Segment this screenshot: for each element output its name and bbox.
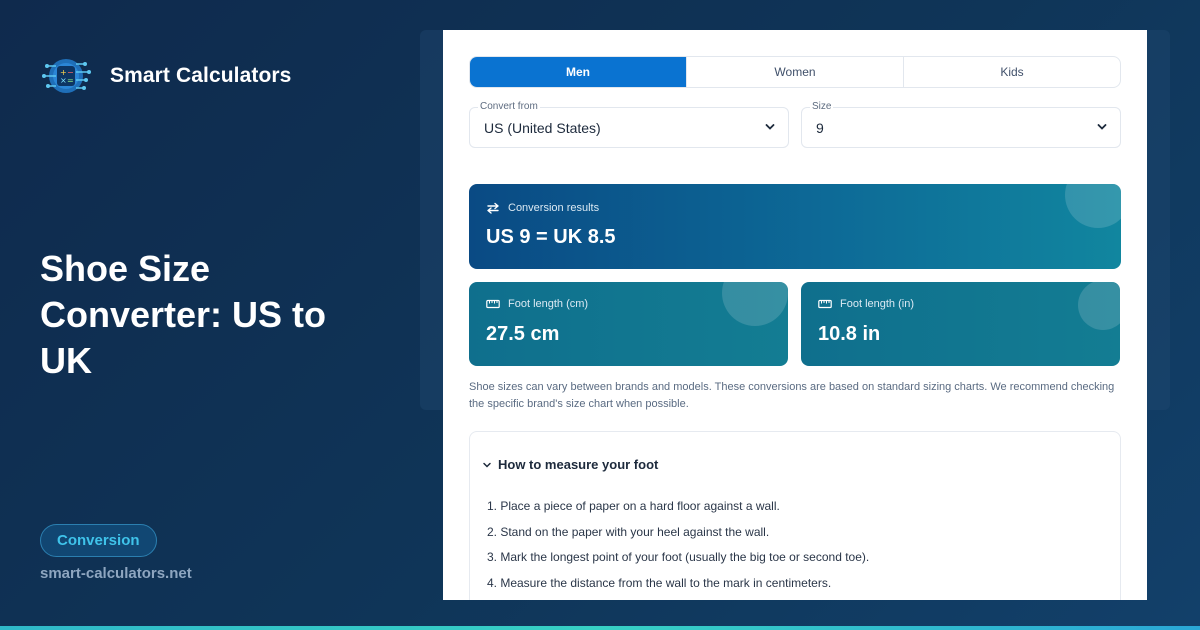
convert-from-label: Convert from	[478, 101, 540, 112]
foot-length-cm-card: Foot length (cm) 27.5 cm	[469, 282, 788, 366]
size-select[interactable]: Size 9	[801, 101, 1121, 148]
svg-text:×: ×	[60, 76, 67, 85]
foot-cm-label: Foot length (cm)	[508, 298, 589, 310]
decor-circle	[1065, 184, 1121, 228]
convert-from-select[interactable]: Convert from US (United States)	[469, 101, 789, 148]
chevron-down-icon	[483, 462, 491, 468]
foot-cm-value: 27.5 cm	[486, 323, 560, 345]
accordion-title: How to measure your foot	[498, 457, 659, 472]
measure-accordion: How to measure your foot 1. Place a piec…	[469, 431, 1121, 600]
gender-tabs: Men Women Kids	[469, 56, 1121, 88]
list-item: 1. Place a piece of paper on a hard floo…	[487, 499, 780, 513]
svg-text:=: =	[67, 76, 74, 85]
chevron-down-icon	[765, 124, 775, 130]
swap-arrows-icon	[487, 202, 499, 214]
list-item: 3. Mark the longest point of your foot (…	[487, 550, 870, 564]
chevron-down-icon	[1097, 124, 1107, 130]
tab-kids[interactable]: Kids	[903, 57, 1120, 87]
calculator-circuit-logo: + − × =	[42, 59, 91, 93]
accordion-header[interactable]: How to measure your foot	[482, 457, 658, 472]
size-label: Size	[810, 101, 834, 112]
conversion-result-card: Conversion results US 9 = UK 8.5	[469, 184, 1121, 269]
ruler-icon	[486, 299, 500, 309]
foot-in-label: Foot length (in)	[840, 298, 914, 310]
foot-in-value: 10.8 in	[818, 323, 881, 345]
brand-name: Smart Calculators	[110, 64, 292, 87]
bottom-accent-bar	[0, 626, 1200, 630]
disclaimer-text: Shoe sizes can vary between brands and m…	[469, 381, 1115, 410]
list-item: 2. Stand on the paper with your heel aga…	[487, 524, 770, 539]
tab-women[interactable]: Women	[686, 57, 903, 87]
brand: + − × = Smart Calculators	[40, 52, 291, 100]
converter-card: Men Women Kids Convert from US (United S…	[443, 30, 1147, 600]
decor-circle	[722, 282, 788, 326]
result-value: US 9 = UK 8.5	[486, 226, 616, 248]
category-tag[interactable]: Conversion	[40, 524, 157, 557]
site-url: smart-calculators.net	[40, 565, 192, 582]
list-item: 4. Measure the distance from the wall to…	[487, 575, 832, 590]
page-title: Shoe Size Converter: US to UK	[40, 248, 327, 381]
decor-circle	[1078, 282, 1120, 330]
tab-men[interactable]: Men	[470, 57, 686, 87]
result-label: Conversion results	[508, 202, 600, 214]
ruler-icon	[818, 299, 832, 309]
convert-from-value: US (United States)	[484, 120, 601, 136]
measure-steps: 1. Place a piece of paper on a hard floo…	[487, 498, 869, 600]
size-value: 9	[816, 120, 824, 136]
foot-length-in-card: Foot length (in) 10.8 in	[801, 282, 1120, 366]
